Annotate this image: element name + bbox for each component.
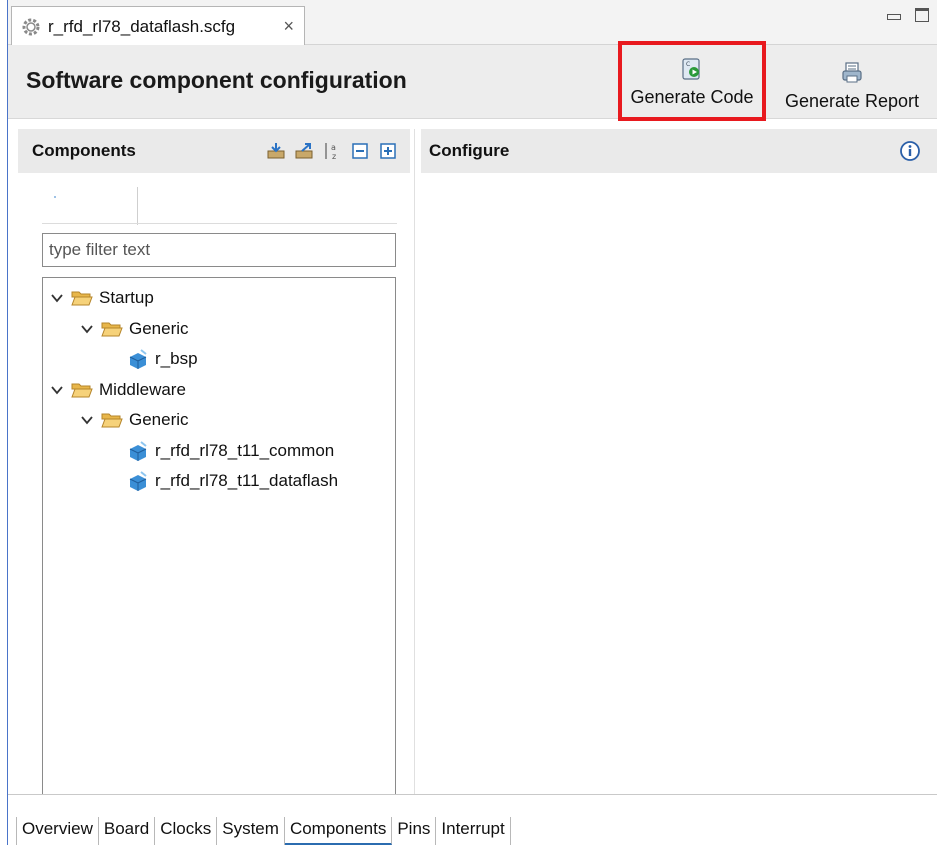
collapse-all-icon[interactable] (350, 141, 370, 161)
chevron-down-icon[interactable] (79, 412, 95, 428)
maximize-icon[interactable] (915, 8, 929, 22)
import-icon[interactable] (266, 141, 286, 161)
panel-splitter[interactable] (414, 129, 415, 794)
toolbar-separator (137, 187, 138, 225)
editor-tab-scfg[interactable]: r_rfd_rl78_dataflash.scfg × (11, 6, 305, 46)
generate-code-icon: C (682, 58, 700, 80)
expand-all-icon[interactable] (378, 141, 398, 161)
configure-panel: Configure (421, 129, 937, 794)
component-cube-icon (129, 349, 147, 369)
page-title: Software component configuration (26, 67, 407, 93)
tree-item-label: r_bsp (155, 349, 198, 368)
toolbar-divider (42, 223, 397, 224)
components-panel: Components a z type filter text Startup … (18, 129, 410, 794)
chevron-down-icon[interactable] (49, 290, 65, 306)
tree-item-label: Startup (99, 288, 154, 307)
close-icon[interactable]: × (283, 16, 294, 37)
bottom-tabs: Overview Board Clocks System Components Pins I… (16, 817, 511, 845)
generate-code-label: Generate Code (630, 87, 754, 107)
svg-text:a: a (331, 143, 336, 152)
components-title: Components (32, 141, 136, 160)
tree-item-label: r_rfd_rl78_t11_dataflash (155, 471, 339, 490)
folder-open-icon (101, 322, 123, 337)
component-cube-icon (129, 441, 147, 461)
sort-alpha-icon[interactable]: a z (322, 141, 342, 161)
editor-tab-bar: r_rfd_rl78_dataflash.scfg × (8, 0, 937, 46)
generate-code-button[interactable]: C Generate Code (618, 41, 766, 121)
tree-item-label: r_rfd_rl78_t11_common (155, 441, 335, 460)
configure-title: Configure (429, 141, 510, 160)
configure-panel-header: Configure (421, 129, 937, 173)
tree-view-toggle-icon[interactable] (54, 196, 56, 198)
folder-open-icon (101, 413, 123, 428)
tab-board[interactable]: Board (99, 817, 156, 845)
tree-folder[interactable]: Generic (79, 315, 189, 343)
tree-item-label: Generic (129, 410, 189, 429)
chevron-down-icon[interactable] (79, 321, 95, 337)
tree-folder[interactable]: Middleware (49, 376, 186, 404)
component-cube-icon (129, 471, 147, 491)
tab-overview[interactable]: Overview (16, 817, 99, 845)
export-icon[interactable] (294, 141, 314, 161)
editor-tab-label: r_rfd_rl78_dataflash.scfg (48, 16, 236, 36)
window-left-border (0, 0, 8, 845)
generate-report-icon (842, 62, 862, 83)
minimize-icon[interactable] (887, 14, 901, 20)
tree-component[interactable]: r_rfd_rl78_t11_common (127, 437, 334, 465)
tab-system[interactable]: System (217, 817, 285, 845)
svg-text:C: C (686, 61, 690, 68)
tree-folder[interactable]: Startup (49, 284, 154, 312)
component-tree: Startup Generic r_bsp Middleware Generic r_rf… (42, 277, 396, 794)
tree-folder[interactable]: Generic (79, 406, 189, 434)
folder-open-icon (71, 383, 93, 398)
generate-report-label: Generate Report (784, 91, 920, 111)
generate-report-button[interactable]: Generate Report (772, 49, 932, 113)
filter-input[interactable] (42, 233, 396, 267)
tree-component[interactable]: r_rfd_rl78_t11_dataflash (127, 467, 338, 495)
svg-text:z: z (332, 152, 336, 161)
components-panel-header: Components a z (18, 129, 410, 173)
folder-open-icon (71, 291, 93, 306)
info-icon[interactable] (899, 140, 921, 162)
tab-pins[interactable]: Pins (392, 817, 437, 845)
tree-item-label: Generic (129, 319, 189, 338)
tree-item-label: Middleware (99, 380, 186, 399)
config-header: Software component configuration C Gener… (8, 41, 937, 121)
tab-components[interactable]: Components (284, 817, 393, 845)
bottom-tab-bar: Overview Board Clocks System Components Pins I… (8, 794, 937, 845)
tab-interrupt[interactable]: Interrupt (436, 817, 511, 845)
gear-icon (22, 18, 40, 35)
tree-component[interactable]: r_bsp (127, 345, 198, 373)
tab-clocks[interactable]: Clocks (155, 817, 218, 845)
chevron-down-icon[interactable] (49, 382, 65, 398)
